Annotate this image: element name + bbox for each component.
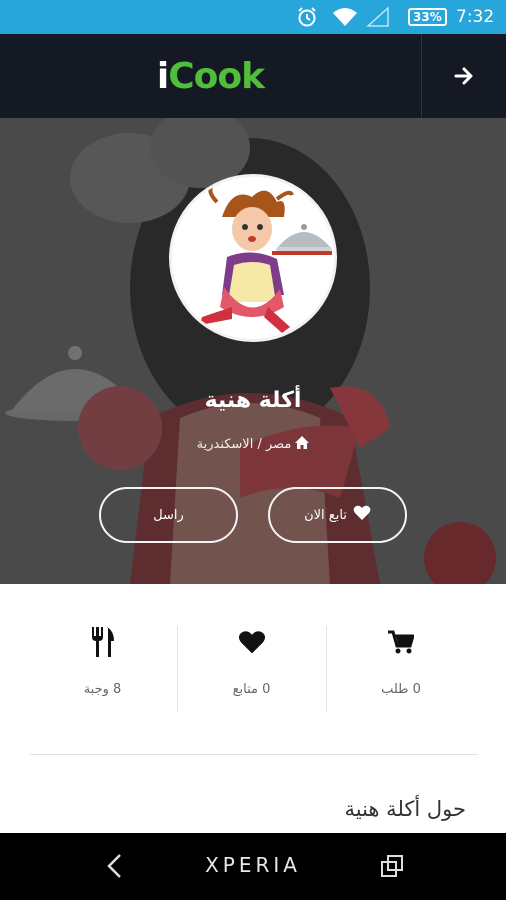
brand-label: XPERIA (205, 853, 301, 877)
stats-row: 0 طلب 0 متابع 8 وجبة (0, 584, 506, 754)
wifi-icon (332, 0, 358, 34)
cart-icon (388, 628, 414, 656)
stat-orders[interactable]: 0 طلب (326, 584, 476, 754)
cutlery-icon (90, 627, 116, 657)
clock: 7:32 (456, 7, 495, 27)
arrow-right-icon[interactable] (422, 34, 506, 118)
recents-icon[interactable] (379, 853, 407, 881)
battery-percent: 33% (408, 8, 447, 26)
profile-header: أكلة هنية مصر / الاسكندرية تابع الان راس… (0, 118, 506, 584)
battery-icon: 33% (408, 0, 447, 34)
section-divider (30, 754, 478, 755)
message-label: راسل (153, 507, 184, 523)
follow-button[interactable]: تابع الان (268, 487, 407, 543)
app-bar: iCook (0, 34, 506, 118)
avatar[interactable] (169, 174, 337, 342)
location-text: مصر / الاسكندرية (196, 437, 292, 452)
logo-prefix: i (156, 55, 169, 97)
stat-followers-label: 0 متابع (232, 682, 271, 697)
alarm-icon (296, 0, 318, 34)
stat-meals-label: 8 وجبة (83, 682, 122, 697)
profile-location: مصر / الاسكندرية (0, 436, 506, 453)
about-title: حول أكلة هنية (344, 797, 467, 821)
system-nav-bar: XPERIA (0, 833, 506, 900)
stat-orders-label: 0 طلب (381, 682, 421, 697)
signal-icon (366, 0, 390, 34)
stat-followers[interactable]: 0 متابع (177, 584, 326, 754)
stat-meals[interactable]: 8 وجبة (28, 584, 177, 754)
profile-name: أكلة هنية (204, 388, 302, 413)
logo-text: Cook (168, 55, 265, 97)
home-icon (295, 436, 310, 453)
heart-icon (353, 505, 371, 525)
message-button[interactable]: راسل (99, 487, 238, 543)
stat-divider (177, 626, 178, 712)
status-bar: 33% 7:32 (0, 0, 506, 34)
follow-label: تابع الان (304, 507, 347, 523)
heart-icon (238, 628, 266, 656)
stat-divider (326, 626, 327, 712)
app-logo[interactable]: iCook (0, 34, 421, 118)
